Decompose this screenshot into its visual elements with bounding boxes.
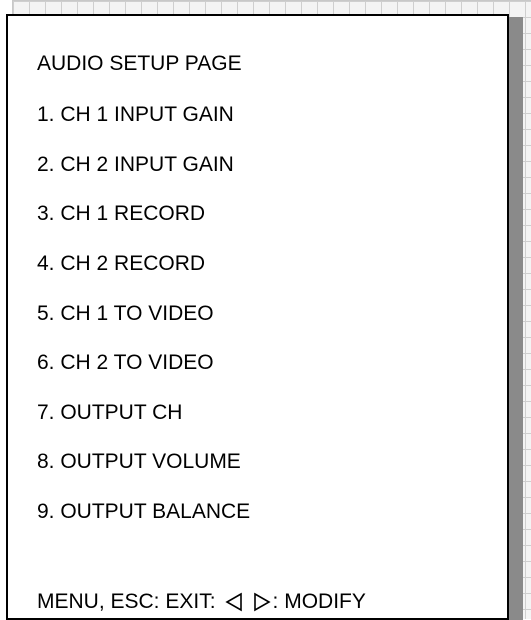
page-title: AUDIO SETUP PAGE — [37, 52, 242, 75]
menu-item-ch2-to-video[interactable]: 6. CH 2 TO VIDEO — [37, 351, 214, 375]
right-triangle-icon — [253, 592, 271, 612]
menu-item-ch1-to-video[interactable]: 5. CH 1 TO VIDEO — [37, 302, 214, 326]
menu-item-output-balance[interactable]: 9. OUTPUT BALANCE — [37, 500, 250, 524]
menu-item-output-volume[interactable]: 8. OUTPUT VOLUME — [37, 450, 241, 474]
menu-item-ch2-input-gain[interactable]: 2. CH 2 INPUT GAIN — [37, 153, 234, 177]
footer-hint: MENU, ESC: EXIT: : MODIFY — [37, 590, 366, 614]
menu-item-ch1-record[interactable]: 3. CH 1 RECORD — [37, 202, 205, 226]
exit-hint-text: MENU, ESC: EXIT: — [37, 590, 216, 613]
menu-item-ch1-input-gain[interactable]: 1. CH 1 INPUT GAIN — [37, 103, 234, 127]
menu-item-output-ch[interactable]: 7. OUTPUT CH — [37, 401, 182, 425]
modify-hint-text: : MODIFY — [272, 590, 366, 613]
menu-item-ch2-record[interactable]: 4. CH 2 RECORD — [37, 252, 205, 276]
audio-setup-panel: AUDIO SETUP PAGE 1. CH 1 INPUT GAIN 2. C… — [6, 14, 509, 620]
left-triangle-icon — [224, 592, 243, 612]
